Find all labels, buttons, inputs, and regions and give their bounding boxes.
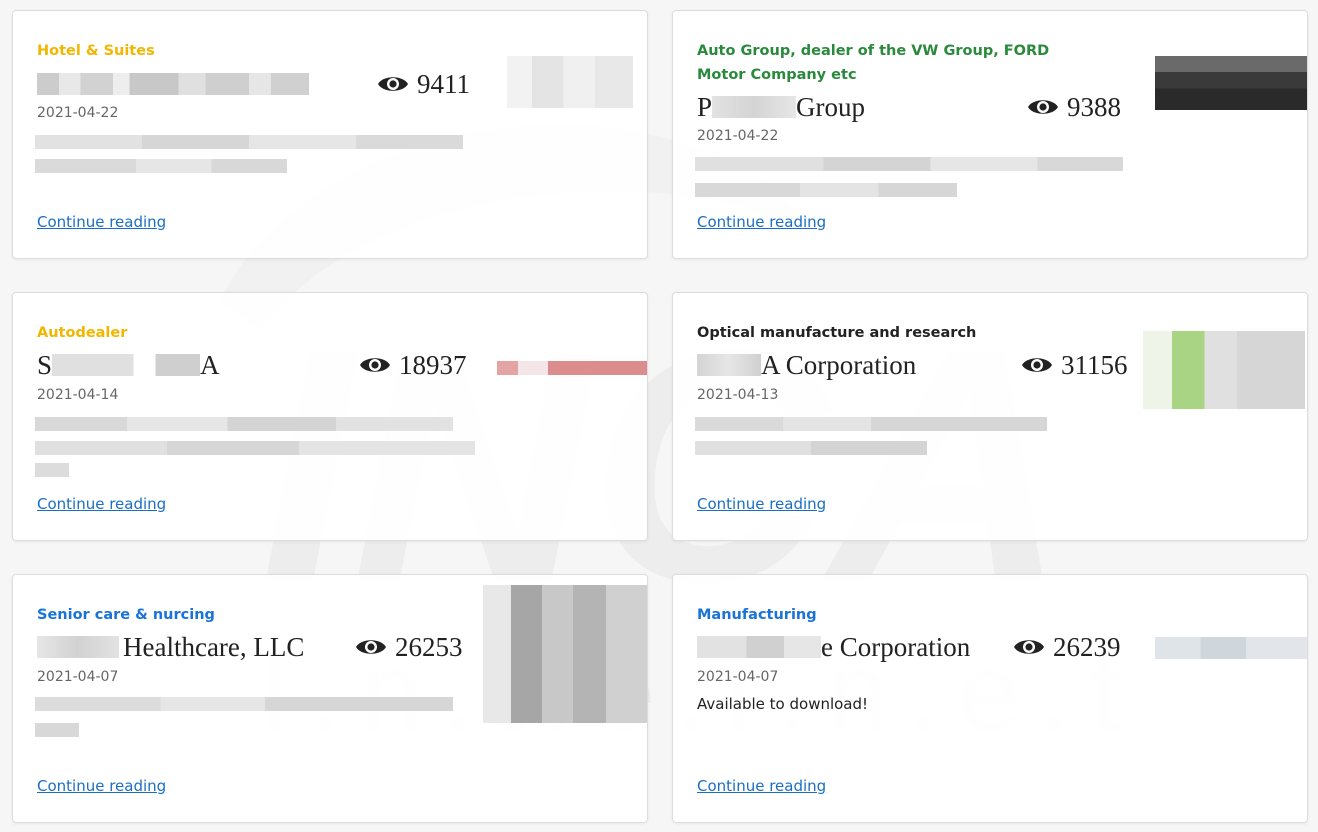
view-count: 31156 (1021, 347, 1128, 383)
redacted-description (695, 157, 1123, 171)
company-logo (507, 56, 633, 108)
continue-reading-link[interactable]: Continue reading (37, 777, 166, 795)
publish-date: 2021-04-22 (697, 128, 779, 144)
view-count: 26253 (355, 629, 463, 665)
continue-reading-link[interactable]: Continue reading (37, 213, 166, 231)
title-text: Group (796, 91, 866, 122)
continue-reading-link[interactable]: Continue reading (697, 495, 826, 513)
article-card[interactable]: Senior care & nurcing Healthcare, LLC 26… (12, 574, 648, 823)
redacted-description (35, 723, 79, 737)
eye-icon (356, 640, 386, 654)
article-card[interactable]: Hotel & Suites 9411 2021-04-22 Continue … (12, 10, 648, 259)
company-title[interactable]: e Corporation (697, 629, 970, 665)
company-logo (483, 585, 647, 723)
redacted-name (37, 73, 309, 95)
view-count: 9411 (377, 66, 470, 102)
category-label: Manufacturing (697, 607, 817, 623)
view-count-number: 9388 (1067, 91, 1121, 122)
company-title[interactable] (37, 66, 309, 102)
publish-date: 2021-04-13 (697, 387, 779, 403)
company-title[interactable]: P Group (697, 89, 865, 125)
redacted-name (37, 636, 119, 658)
redacted-name (697, 354, 761, 376)
title-prefix: P (697, 91, 713, 122)
redacted-description (35, 159, 287, 173)
company-logo (1155, 637, 1307, 659)
eye-icon (1028, 100, 1058, 114)
view-count-number: 26253 (395, 631, 463, 662)
category-label: Hotel & Suites (37, 43, 155, 59)
title-text: A Corporation (761, 349, 917, 380)
view-count: 18937 (359, 347, 467, 383)
redacted-name (697, 636, 821, 658)
redacted-description (35, 135, 463, 149)
company-logo (1155, 56, 1307, 110)
view-count-number: 9411 (417, 68, 470, 99)
continue-reading-link[interactable]: Continue reading (37, 495, 166, 513)
view-count: 9388 (1027, 89, 1121, 125)
title-text: A (200, 349, 220, 380)
publish-date: 2021-04-07 (37, 669, 119, 685)
eye-icon (1014, 640, 1044, 654)
view-count-number: 31156 (1061, 349, 1128, 380)
title-prefix: S (37, 349, 53, 380)
continue-reading-link[interactable]: Continue reading (697, 777, 826, 795)
company-title[interactable]: Healthcare, LLC (37, 629, 304, 665)
view-count-number: 26239 (1053, 631, 1121, 662)
view-count-number: 18937 (399, 349, 467, 380)
article-card[interactable]: Auto Group, dealer of the VW Group, FORD… (672, 10, 1308, 259)
continue-reading-link[interactable]: Continue reading (697, 213, 826, 231)
redacted-description (35, 417, 453, 431)
redacted-description (35, 441, 475, 455)
eye-icon (1022, 358, 1052, 372)
company-logo (1143, 331, 1305, 409)
category-label: Optical manufacture and research (697, 325, 977, 341)
company-logo (497, 361, 647, 375)
redacted-description (695, 183, 957, 197)
eye-icon (378, 77, 408, 91)
article-card[interactable]: Manufacturing e Corporation 26239 2021-0… (672, 574, 1308, 823)
publish-date: 2021-04-22 (37, 105, 119, 121)
article-card[interactable]: Optical manufacture and research A Corpo… (672, 292, 1308, 541)
publish-date: 2021-04-14 (37, 387, 119, 403)
publish-date: 2021-04-07 (697, 669, 779, 685)
article-card[interactable]: Autodealer S A 18937 2021-04-14 Continue… (12, 292, 648, 541)
redacted-description (695, 441, 927, 455)
redacted-name (52, 354, 201, 376)
eye-icon (360, 358, 390, 372)
company-title[interactable]: A Corporation (697, 347, 916, 383)
redacted-description (695, 417, 1047, 431)
category-label: Autodealer (37, 325, 128, 341)
redacted-description (35, 463, 69, 477)
category-label: Auto Group, dealer of the VW Group, FORD… (697, 43, 1050, 83)
title-text: Healthcare, LLC (123, 631, 305, 662)
title-text: e Corporation (821, 631, 971, 662)
company-title[interactable]: S A (37, 347, 220, 383)
category-label: Senior care & nurcing (37, 607, 215, 623)
view-count: 26239 (1013, 629, 1121, 665)
download-note: Available to download! (697, 695, 869, 713)
redacted-description (35, 697, 453, 711)
redacted-name (712, 96, 797, 118)
